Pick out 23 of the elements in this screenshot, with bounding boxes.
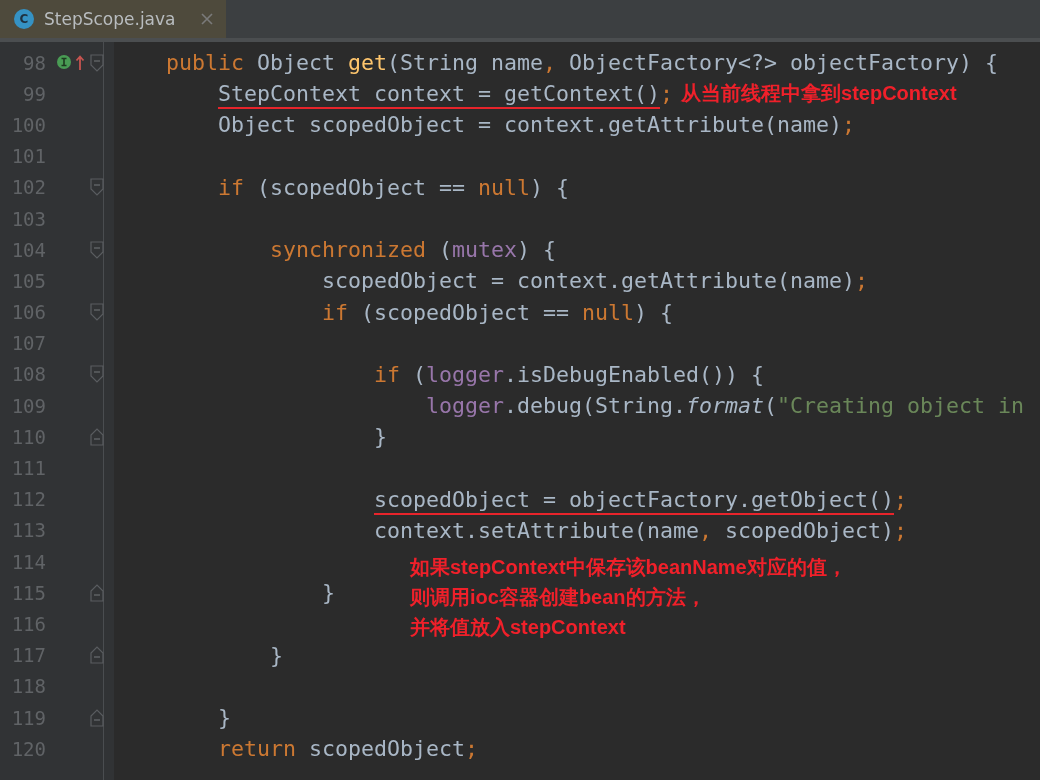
code-line: context.setAttribute(name, scopedObject);	[374, 517, 908, 543]
annotation-note: 则调用ioc容器创建bean的方法，	[410, 585, 707, 610]
annotation-note: 并将值放入stepContext	[410, 615, 627, 640]
code-line: public Object get(String name, ObjectFactory<?> objectFactory) {	[166, 50, 999, 76]
code-line: Object scopedObject = context.getAttribute(name);	[218, 112, 856, 138]
code-line: }	[218, 705, 231, 731]
close-icon	[200, 12, 214, 26]
file-tab[interactable]: C StepScope.java	[0, 0, 226, 38]
code-line: return scopedObject;	[218, 736, 479, 762]
code-line: scopedObject = context.getAttribute(name);	[322, 268, 869, 294]
code-line: scopedObject = objectFactory.getObject();	[374, 486, 908, 512]
code-line: if (scopedObject == null) {	[322, 299, 674, 325]
code-line: }	[322, 580, 335, 606]
code-line: }	[270, 642, 283, 668]
code-line: }	[374, 424, 387, 450]
class-icon: C	[14, 9, 34, 29]
code-line: if (logger.isDebugEnabled()) {	[374, 361, 765, 387]
code-line: synchronized (mutex) {	[270, 237, 557, 263]
annotation-note: 如果stepContext中保存该beanName对应的值，	[410, 555, 847, 580]
code-line: logger.debug(String.format("Creating object in	[426, 393, 1025, 419]
annotation-note: 从当前线程中拿到stepContext	[681, 81, 957, 107]
code-line: StepContext context = getContext();	[218, 81, 674, 107]
code-line: if (scopedObject == null) {	[218, 174, 570, 200]
